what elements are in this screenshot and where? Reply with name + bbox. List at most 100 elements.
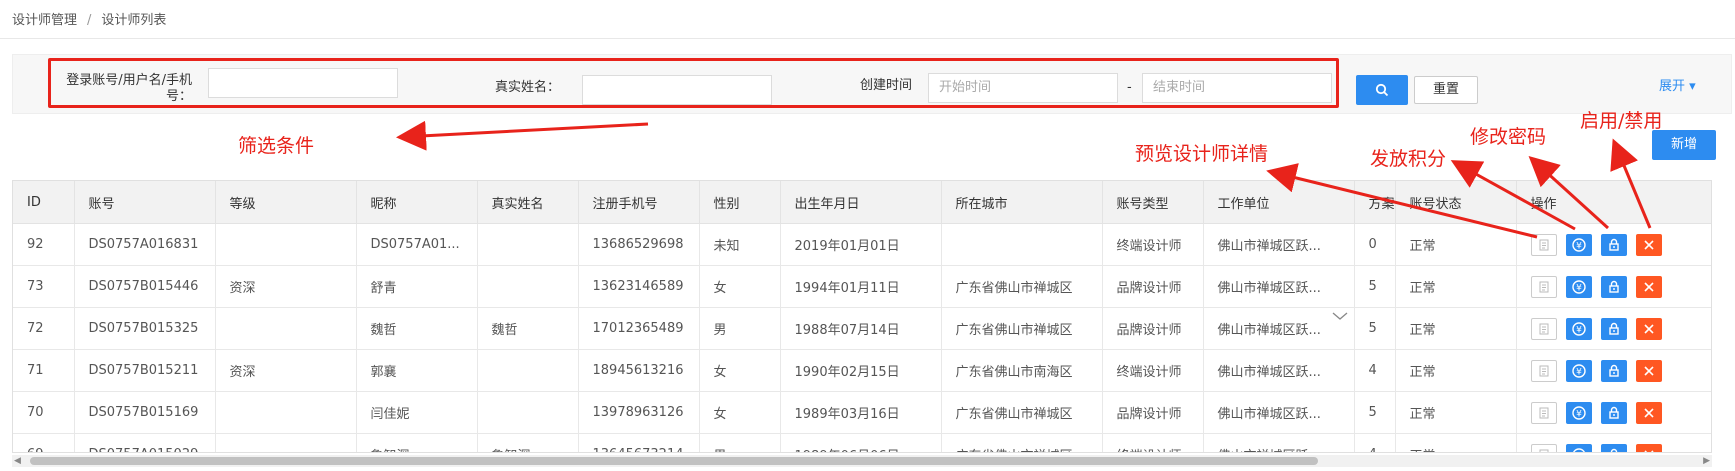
- end-time-input[interactable]: 结束时间: [1142, 73, 1332, 103]
- table-cell: 4: [1354, 349, 1396, 392]
- preview-button[interactable]: [1530, 443, 1557, 452]
- table-cell: 17012365489: [578, 307, 700, 350]
- table-cell: 70: [13, 391, 75, 434]
- table-cell: [215, 433, 357, 452]
- preview-button[interactable]: [1530, 359, 1557, 382]
- toggle-status-button[interactable]: [1635, 359, 1662, 382]
- preview-button[interactable]: [1530, 401, 1557, 424]
- column-header: ID: [13, 181, 75, 224]
- table-cell: [215, 307, 357, 350]
- table-cell: 72: [13, 307, 75, 350]
- table-cell: [941, 223, 1103, 266]
- svg-text:¥: ¥: [1576, 283, 1582, 293]
- designer-table: ID 账号 等级 昵称 真实姓名 注册手机号 性别 出生年月日 所在城市 账号类型 工作单位 方案 账号…: [12, 180, 1712, 453]
- table-cell: DS0757B015446: [74, 265, 216, 308]
- close-icon: [1643, 239, 1654, 250]
- table-cell: 佛山市禅城区跃...: [1203, 265, 1355, 308]
- scroll-right-icon[interactable]: ▶: [1703, 456, 1710, 466]
- column-header: 工作单位: [1203, 181, 1355, 224]
- table-cell: 广东省佛山市禅城区: [941, 391, 1103, 434]
- grant-points-button[interactable]: ¥: [1565, 317, 1592, 340]
- expand-toggle[interactable]: 展开 ▾: [1659, 75, 1696, 94]
- created-time-label: 创建时间: [859, 78, 912, 93]
- close-icon: [1643, 281, 1654, 292]
- preview-button[interactable]: [1530, 317, 1557, 340]
- table-cell: 1989年03月16日: [780, 391, 942, 434]
- table-cell: 正常: [1395, 265, 1517, 308]
- realname-filter-input[interactable]: [582, 75, 772, 105]
- toggle-status-button[interactable]: [1635, 443, 1662, 452]
- table-cell: 广东省佛山市禅城区: [941, 433, 1103, 452]
- realname-filter-label: 真实姓名：: [494, 80, 560, 95]
- table-cell: 2019年01月01日: [780, 223, 942, 266]
- table-cell: 1990年02月15日: [780, 349, 942, 392]
- grant-points-button[interactable]: ¥: [1565, 233, 1592, 256]
- start-time-input[interactable]: 开始时间: [928, 73, 1118, 103]
- yen-coin-icon: ¥: [1571, 405, 1586, 420]
- preview-button[interactable]: [1530, 233, 1557, 256]
- horizontal-scrollbar[interactable]: ◀ ▶: [12, 455, 1712, 467]
- table-cell: 资深: [215, 265, 357, 308]
- toggle-status-button[interactable]: [1635, 401, 1662, 424]
- grant-points-button[interactable]: ¥: [1565, 401, 1592, 424]
- table-cell: 正常: [1395, 433, 1517, 452]
- table-cell: DS0757A016831: [74, 223, 216, 266]
- reset-button[interactable]: 重置: [1414, 76, 1478, 104]
- table-row: 69DS0757A015029鲁智深鲁智深13645673214男1989年06…: [13, 433, 1711, 452]
- table-cell: DS0757A015029: [74, 433, 216, 452]
- lock-icon: [1608, 238, 1619, 251]
- change-password-button[interactable]: [1600, 359, 1627, 382]
- table-cell: 终端设计师: [1102, 349, 1204, 392]
- change-password-button[interactable]: [1600, 443, 1627, 452]
- preview-button[interactable]: [1530, 275, 1557, 298]
- document-icon: [1539, 407, 1548, 418]
- column-header: 账号: [74, 181, 216, 224]
- change-password-button[interactable]: [1600, 401, 1627, 424]
- actions-cell: ¥: [1516, 433, 1711, 452]
- toggle-status-button[interactable]: [1635, 233, 1662, 256]
- change-password-button[interactable]: [1600, 317, 1627, 340]
- table-header-row: ID 账号 等级 昵称 真实姓名 注册手机号 性别 出生年月日 所在城市 账号类型 工作单位 方案 账号…: [13, 181, 1711, 224]
- yen-coin-icon: ¥: [1572, 447, 1585, 452]
- actions-cell: ¥: [1516, 307, 1711, 350]
- toggle-status-button[interactable]: [1635, 275, 1662, 298]
- table-cell: 魏哲: [477, 307, 579, 350]
- table-row: 72 DS0757B015325 魏哲 魏哲 17012365489 男 1988年07月1…: [13, 307, 1711, 350]
- table-cell: 4: [1354, 433, 1396, 452]
- table-cell: 佛山市禅城区跃...: [1203, 349, 1355, 392]
- column-header: 等级: [215, 181, 357, 224]
- grant-points-button[interactable]: ¥: [1565, 359, 1592, 382]
- yen-coin-icon: ¥: [1571, 363, 1586, 378]
- range-separator: -: [1127, 80, 1132, 95]
- table-cell: [477, 223, 579, 266]
- search-icon: [1375, 83, 1389, 97]
- account-filter-input[interactable]: [208, 68, 398, 98]
- annotation-password: 修改密码: [1470, 126, 1547, 148]
- close-icon: [1643, 323, 1654, 334]
- table-cell: 73: [13, 265, 75, 308]
- table-cell: 鲁智深: [356, 433, 478, 452]
- scrollbar-thumb[interactable]: [30, 457, 1318, 465]
- table-cell: 1989年06月06日: [780, 433, 942, 452]
- table-cell: 女: [699, 349, 781, 392]
- table-cell: 鲁智深: [477, 433, 579, 452]
- breadcrumb-separator: /: [87, 13, 92, 28]
- change-password-button[interactable]: [1600, 275, 1627, 298]
- document-icon: [1539, 239, 1548, 250]
- document-icon: [1539, 365, 1548, 376]
- table-cell: 13623146589: [578, 265, 700, 308]
- table-cell: [477, 349, 579, 392]
- svg-text:¥: ¥: [1576, 241, 1582, 251]
- table-cell: [215, 391, 357, 434]
- table-cell: 郭襄: [356, 349, 478, 392]
- grant-points-button[interactable]: ¥: [1565, 275, 1592, 298]
- column-header: 昵称: [356, 181, 478, 224]
- grant-points-button[interactable]: ¥: [1565, 443, 1592, 452]
- breadcrumb-parent[interactable]: 设计师管理: [12, 13, 77, 28]
- chevron-down-icon[interactable]: [1331, 310, 1349, 322]
- add-button[interactable]: 新增: [1652, 130, 1716, 160]
- search-button[interactable]: [1356, 75, 1408, 105]
- scroll-left-icon[interactable]: ◀: [14, 456, 21, 466]
- toggle-status-button[interactable]: [1635, 317, 1662, 340]
- change-password-button[interactable]: [1600, 233, 1627, 256]
